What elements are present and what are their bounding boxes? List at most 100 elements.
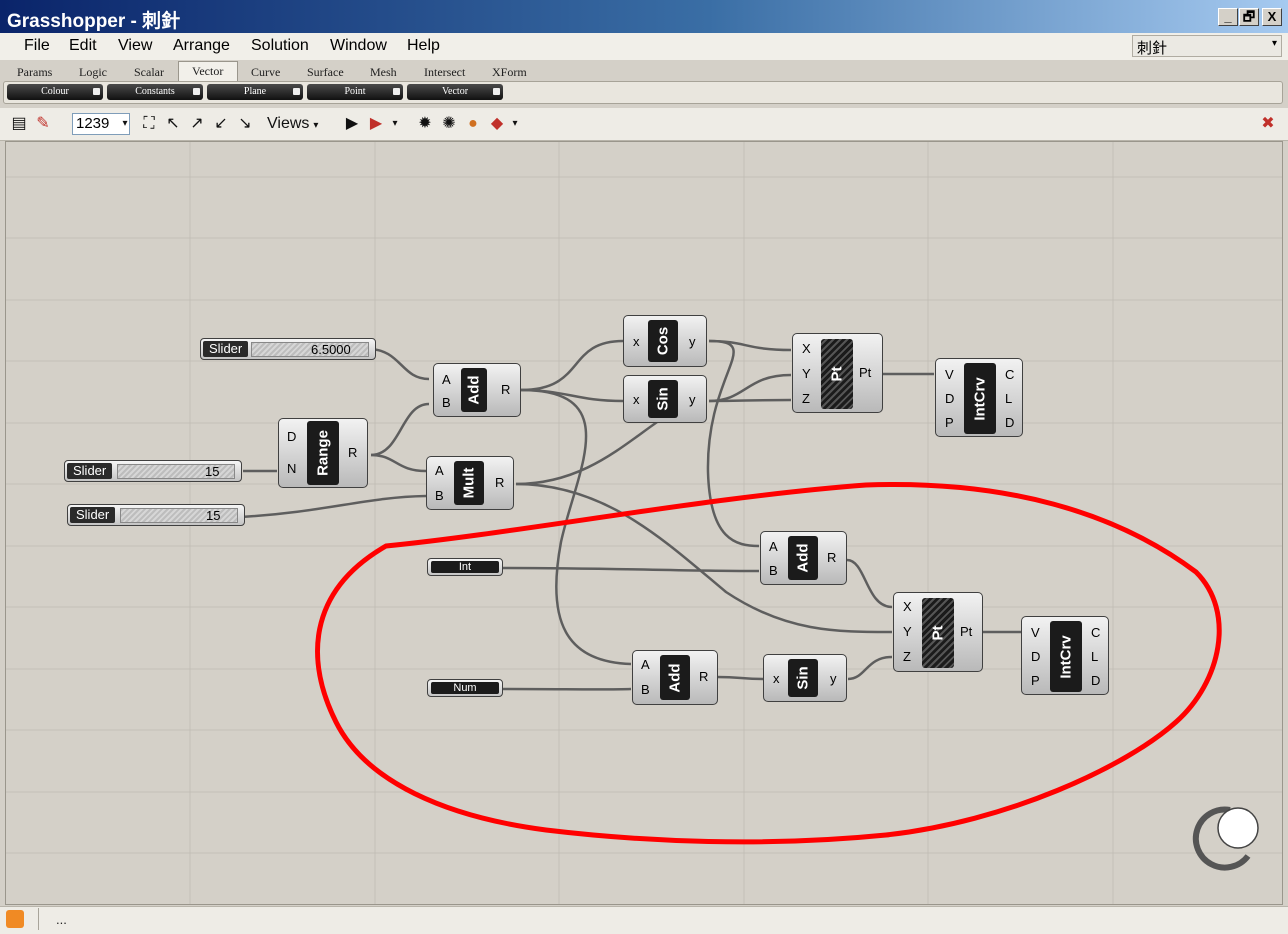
component-sin[interactable]: x Sin y bbox=[623, 375, 707, 423]
output-port[interactable]: y bbox=[689, 334, 696, 349]
input-port[interactable]: B bbox=[442, 395, 451, 410]
play-icon[interactable]: ▶ bbox=[343, 115, 361, 133]
input-port[interactable]: X bbox=[802, 341, 811, 356]
menu-view[interactable]: View bbox=[118, 37, 152, 55]
param-num[interactable]: Num bbox=[427, 679, 503, 697]
tab-intersect[interactable]: Intersect bbox=[424, 65, 465, 80]
tab-scalar[interactable]: Scalar bbox=[134, 65, 164, 80]
output-port[interactable]: Pt bbox=[859, 365, 871, 380]
input-port[interactable]: A bbox=[769, 539, 778, 554]
output-port[interactable]: y bbox=[830, 671, 837, 686]
zoom-extents-icon[interactable]: ⛶ bbox=[140, 115, 158, 133]
tab-curve[interactable]: Curve bbox=[251, 65, 280, 80]
output-port[interactable]: R bbox=[495, 475, 504, 490]
menu-window[interactable]: Window bbox=[330, 37, 387, 55]
output-port[interactable]: R bbox=[501, 382, 510, 397]
restore-button[interactable]: 🗗 bbox=[1239, 8, 1259, 26]
input-port[interactable]: D bbox=[1031, 649, 1040, 664]
panel-vector[interactable]: Vector bbox=[407, 84, 503, 100]
input-port[interactable]: Y bbox=[802, 366, 811, 381]
input-port[interactable]: Y bbox=[903, 624, 912, 639]
output-port[interactable]: R bbox=[348, 445, 357, 460]
arrow-down-right-icon[interactable]: ↘ bbox=[236, 115, 254, 133]
output-port[interactable]: R bbox=[699, 669, 708, 684]
panel-constants[interactable]: Constants bbox=[107, 84, 203, 100]
input-port[interactable]: D bbox=[287, 429, 296, 444]
input-port[interactable]: B bbox=[769, 563, 778, 578]
slider-multiplier[interactable]: Slider 15 bbox=[67, 504, 245, 526]
tab-params[interactable]: Params bbox=[17, 65, 52, 80]
bake-icon[interactable]: ● bbox=[464, 115, 482, 133]
component-add[interactable]: A B Add R bbox=[632, 650, 718, 705]
input-port[interactable]: Z bbox=[802, 391, 810, 406]
arrow-up-left-icon[interactable]: ↖ bbox=[164, 115, 182, 133]
component-intcrv[interactable]: V D P IntCrv C L D bbox=[935, 358, 1023, 437]
tab-logic[interactable]: Logic bbox=[79, 65, 107, 80]
param-int[interactable]: Int bbox=[427, 558, 503, 576]
component-cos[interactable]: x Cos y bbox=[623, 315, 707, 367]
component-pt[interactable]: X Y Z Pt Pt bbox=[792, 333, 883, 413]
burst-icon[interactable]: ✹ bbox=[416, 115, 434, 133]
output-port[interactable]: C bbox=[1091, 625, 1100, 640]
input-port[interactable]: A bbox=[641, 657, 650, 672]
rss-icon[interactable] bbox=[6, 910, 24, 928]
output-port[interactable]: D bbox=[1005, 415, 1014, 430]
component-add[interactable]: A B Add R bbox=[760, 531, 847, 585]
canvas[interactable]: Slider 6.5000 Slider 15 Slider 15 Int Nu… bbox=[5, 141, 1283, 905]
tab-mesh[interactable]: Mesh bbox=[370, 65, 397, 80]
component-mult[interactable]: A B Mult R bbox=[426, 456, 514, 510]
arrow-down-left-icon[interactable]: ↙ bbox=[212, 115, 230, 133]
input-port[interactable]: A bbox=[442, 372, 451, 387]
input-port[interactable]: x bbox=[773, 671, 780, 686]
gem-icon[interactable]: ◆ bbox=[488, 115, 506, 133]
tab-xform[interactable]: XForm bbox=[492, 65, 527, 80]
component-add[interactable]: A B Add R bbox=[433, 363, 521, 417]
output-port[interactable]: D bbox=[1091, 673, 1100, 688]
menu-solution[interactable]: Solution bbox=[251, 37, 309, 55]
input-port[interactable]: x bbox=[633, 392, 640, 407]
menu-help[interactable]: Help bbox=[407, 37, 440, 55]
tab-vector[interactable]: Vector bbox=[192, 64, 223, 79]
gear-burst-icon[interactable]: ✺ bbox=[440, 115, 458, 133]
input-port[interactable]: A bbox=[435, 463, 444, 478]
panel-plane[interactable]: Plane bbox=[207, 84, 303, 100]
output-port[interactable]: R bbox=[827, 550, 836, 565]
chevron-down-icon[interactable]: ▾ bbox=[506, 115, 524, 133]
input-port[interactable]: V bbox=[1031, 625, 1040, 640]
document-icon[interactable]: ▤ bbox=[10, 115, 28, 133]
record-icon[interactable]: ▶ bbox=[367, 115, 385, 133]
menu-edit[interactable]: Edit bbox=[69, 37, 97, 55]
views-menu[interactable]: Views ▾ bbox=[267, 115, 318, 133]
input-port[interactable]: P bbox=[945, 415, 954, 430]
chevron-down-icon[interactable]: ▾ bbox=[116, 115, 134, 133]
arrow-up-right-icon[interactable]: ↗ bbox=[188, 115, 206, 133]
menu-file[interactable]: File bbox=[24, 37, 50, 55]
component-sin[interactable]: x Sin y bbox=[763, 654, 847, 702]
input-port[interactable]: P bbox=[1031, 673, 1040, 688]
menu-arrange[interactable]: Arrange bbox=[173, 37, 230, 55]
slider-count[interactable]: Slider 15 bbox=[64, 460, 242, 482]
component-pt[interactable]: X Y Z Pt Pt bbox=[893, 592, 983, 672]
input-port[interactable]: B bbox=[641, 682, 650, 697]
close-button[interactable]: X bbox=[1262, 8, 1282, 26]
panel-point[interactable]: Point bbox=[307, 84, 403, 100]
input-port[interactable]: N bbox=[287, 461, 296, 476]
chevron-down-icon[interactable]: ▾ bbox=[386, 115, 404, 133]
input-port[interactable]: V bbox=[945, 367, 954, 382]
navigation-dial-icon[interactable] bbox=[1192, 806, 1259, 871]
document-selector[interactable]: 刺針 ▾ bbox=[1132, 35, 1282, 57]
output-port[interactable]: L bbox=[1091, 649, 1098, 664]
minimize-button[interactable]: _ bbox=[1218, 8, 1238, 26]
input-port[interactable]: B bbox=[435, 488, 444, 503]
eraser-icon[interactable]: ✎ bbox=[34, 115, 52, 133]
component-intcrv[interactable]: V D P IntCrv C L D bbox=[1021, 616, 1109, 695]
slider-track[interactable] bbox=[251, 342, 369, 357]
output-port[interactable]: y bbox=[689, 392, 696, 407]
tab-surface[interactable]: Surface bbox=[307, 65, 344, 80]
component-range[interactable]: D N Range R bbox=[278, 418, 368, 488]
input-port[interactable]: X bbox=[903, 599, 912, 614]
input-port[interactable]: x bbox=[633, 334, 640, 349]
input-port[interactable]: D bbox=[945, 391, 954, 406]
slider-radius[interactable]: Slider 6.5000 bbox=[200, 338, 376, 360]
output-port[interactable]: C bbox=[1005, 367, 1014, 382]
